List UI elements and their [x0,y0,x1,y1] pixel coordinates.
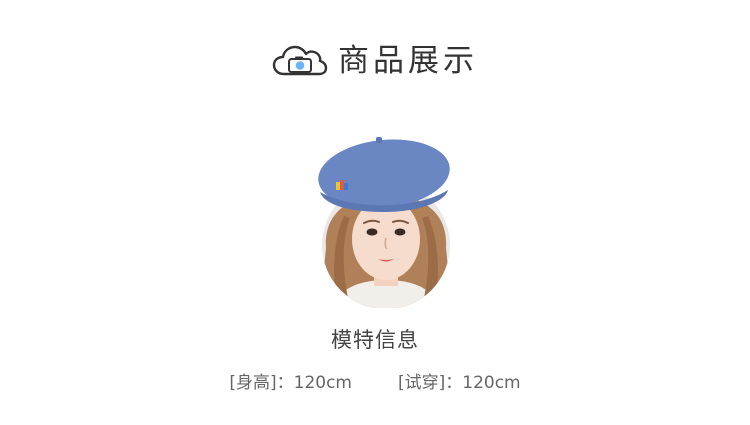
spec-trial-size: [试穿]： 120cm [398,368,521,393]
spec-height: [身高]： 120cm [229,368,352,393]
model-specs: [身高]： 120cm [试穿]： 120cm [0,368,750,393]
spec-trial-size-value: 120cm [462,373,521,393]
cloud-camera-icon [272,45,328,76]
model-photo [318,137,450,308]
section-title: 商品展示 [338,42,478,79]
spec-height-key: [身高]： [229,373,294,393]
section-header: 商品展示 [0,38,750,84]
model-info-heading: 模特信息 [331,328,419,352]
spec-height-value: 120cm [293,373,352,393]
spec-trial-size-key: [试穿]： [398,373,463,393]
